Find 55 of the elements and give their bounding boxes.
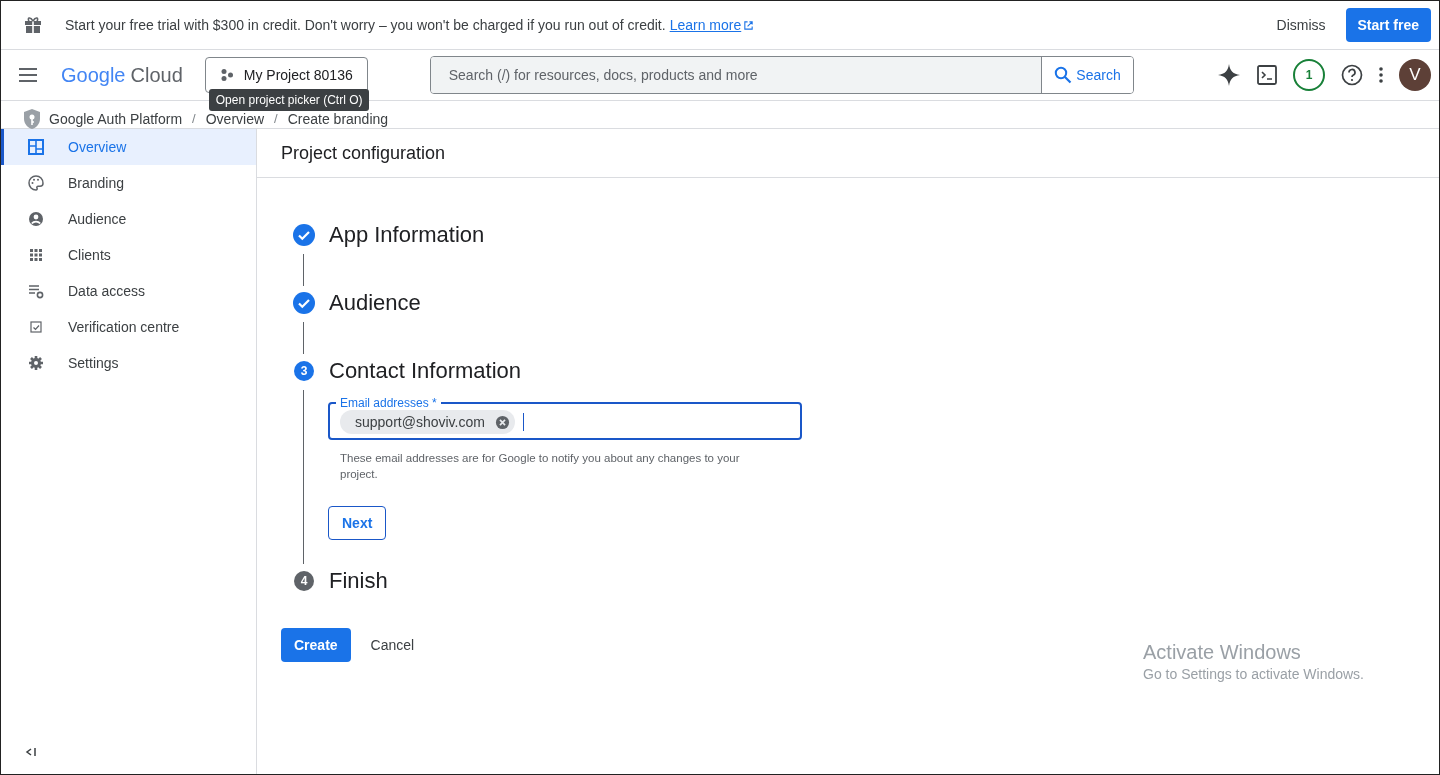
- project-dots-icon: [219, 68, 234, 82]
- sidebar-item[interactable]: Overview: [1, 129, 256, 165]
- sidebar-item[interactable]: Settings: [1, 345, 256, 381]
- page-title: Project configuration: [257, 129, 1439, 178]
- breadcrumb-link[interactable]: Create branding: [287, 110, 389, 127]
- terminal-icon[interactable]: [1257, 65, 1277, 85]
- email-chip[interactable]: support@shoviv.com: [340, 410, 515, 434]
- collapse-icon[interactable]: [25, 746, 37, 758]
- breadcrumb-link[interactable]: Google Auth Platform: [49, 110, 183, 127]
- sidebar-item[interactable]: Clients: [1, 237, 256, 273]
- more-icon[interactable]: [1379, 67, 1383, 83]
- sidebar-item[interactable]: Verification centre: [1, 309, 256, 345]
- notification-count[interactable]: 1: [1293, 59, 1325, 91]
- field-hint: These email addresses are for Google to notify you about any changes to your project.: [340, 451, 741, 482]
- learn-more-link[interactable]: Learn more: [669, 17, 755, 33]
- step-title: Finish: [329, 568, 388, 594]
- email-field[interactable]: Email addresses * support@shoviv.com: [328, 396, 802, 440]
- sidebar-item[interactable]: Branding: [1, 165, 256, 201]
- help-icon[interactable]: [1341, 64, 1363, 86]
- trial-message: Start your free trial with $300 in credit. Don't worry – you won't be charged if you run out of credit.: [65, 17, 666, 33]
- gift-icon: [23, 15, 43, 35]
- sidebar-item[interactable]: Data access: [1, 273, 256, 309]
- activation-title: Activate Windows: [1143, 641, 1302, 664]
- sidebar-item[interactable]: Audience: [1, 201, 256, 237]
- person-icon: [28, 211, 44, 227]
- check-circle-icon: [293, 224, 315, 246]
- avatar[interactable]: V: [1399, 59, 1431, 91]
- dismiss-button[interactable]: Dismiss: [1264, 9, 1338, 41]
- cancel-button[interactable]: Cancel: [358, 628, 427, 662]
- menu-icon[interactable]: [19, 68, 37, 82]
- cloud-wordmark: Cloud: [130, 63, 183, 87]
- breadcrumb-separator: /: [191, 111, 197, 126]
- palette-icon: [28, 175, 44, 191]
- breadcrumb-separator: /: [273, 111, 279, 126]
- remove-icon[interactable]: [494, 414, 510, 430]
- tooltip: Open project picker (Ctrl O): [208, 89, 370, 111]
- next-button[interactable]: Next: [328, 506, 387, 540]
- step-number: 4: [294, 571, 314, 591]
- google-wordmark: Google: [61, 63, 126, 87]
- breadcrumb-link[interactable]: Overview: [205, 110, 265, 127]
- dashboard-icon: [28, 139, 44, 155]
- grid-icon: [28, 247, 44, 263]
- create-button[interactable]: Create: [281, 628, 351, 662]
- check-circle-icon: [293, 292, 315, 314]
- step-title: Audience: [329, 290, 421, 316]
- gear-icon: [28, 355, 44, 371]
- start-free-button[interactable]: Start free: [1345, 8, 1431, 42]
- field-label: Email addresses *: [339, 396, 438, 410]
- step-title: App Information: [329, 222, 485, 248]
- activation-message: Go to Settings to activate Windows.: [1143, 666, 1364, 682]
- step-title: Contact Information: [329, 358, 521, 384]
- external-link-icon: [743, 19, 755, 31]
- step-number: 3: [294, 361, 314, 381]
- shield-key-icon: [23, 107, 41, 130]
- sparkle-icon[interactable]: [1217, 63, 1241, 87]
